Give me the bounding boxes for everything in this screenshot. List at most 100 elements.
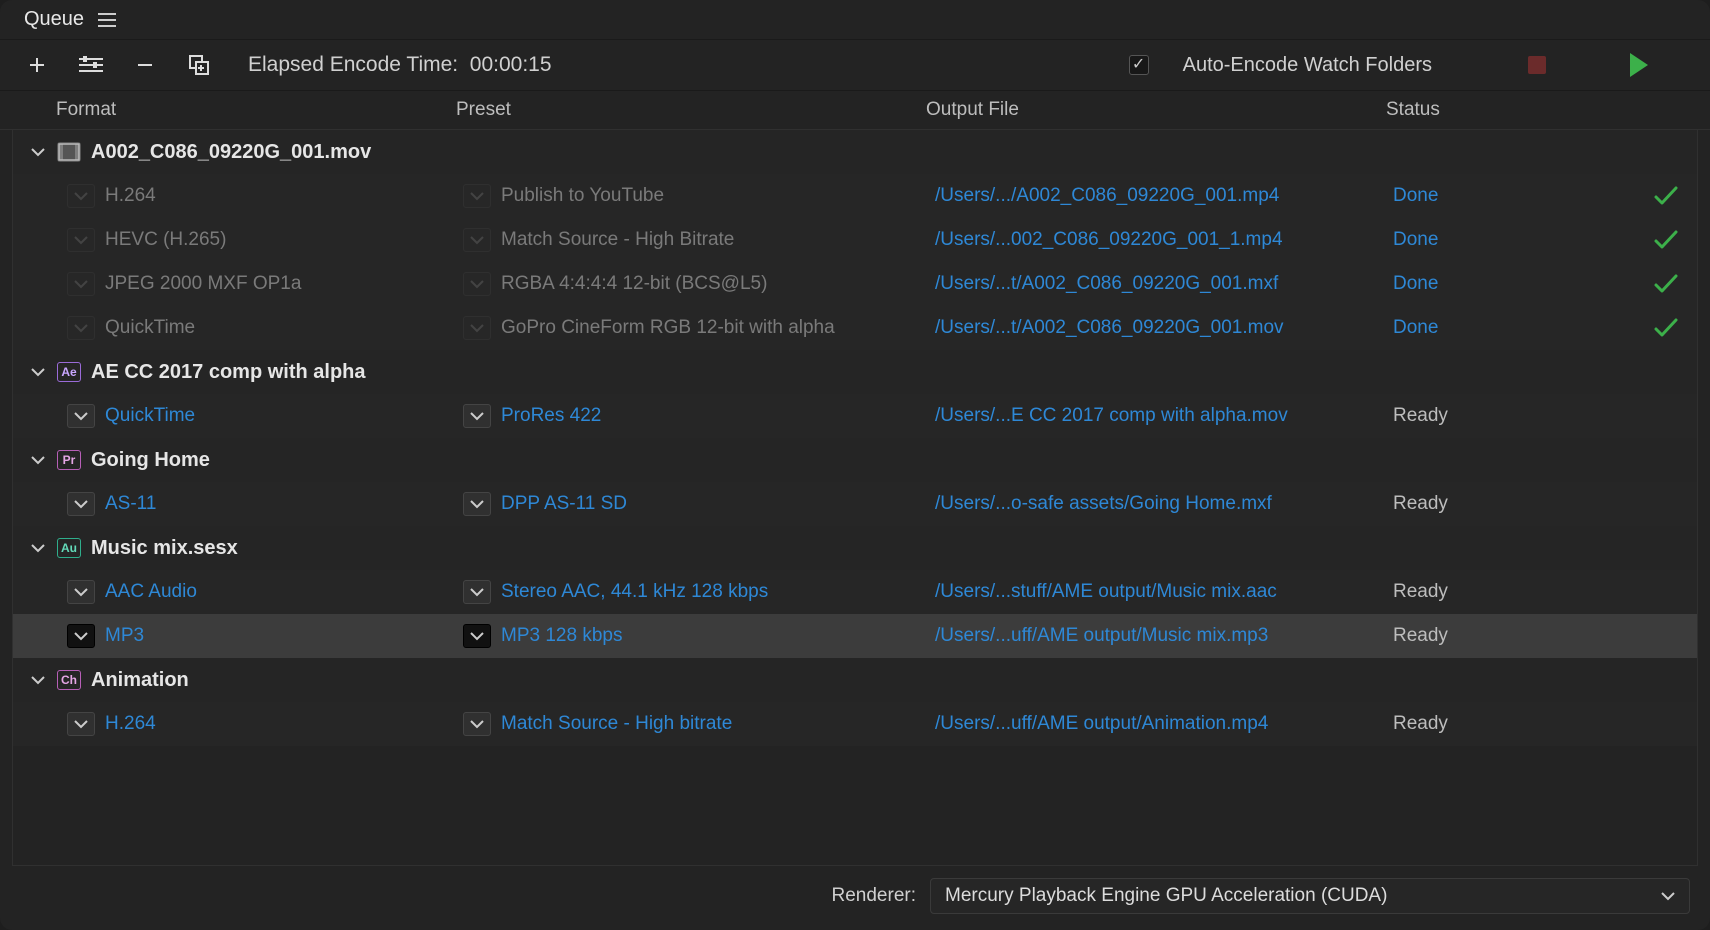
output-file-link[interactable]: /Users/...E CC 2017 comp with alpha.mov <box>935 405 1288 427</box>
column-headers: Format Preset Output File Status <box>0 91 1710 130</box>
auto-encode-label: Auto-Encode Watch Folders <box>1183 54 1432 77</box>
chevron-down-icon <box>1661 891 1675 901</box>
preset-value: Publish to YouTube <box>501 185 664 207</box>
expand-toggle-icon[interactable] <box>31 455 47 465</box>
format-dropdown[interactable] <box>67 404 95 428</box>
preset-link[interactable]: Match Source - High bitrate <box>501 713 732 735</box>
duplicate-button[interactable] <box>186 52 212 78</box>
status-text: Ready <box>1393 581 1448 603</box>
source-group-row[interactable]: ChAnimation <box>13 658 1697 702</box>
output-file-link[interactable]: /Users/...o-safe assets/Going Home.mxf <box>935 493 1272 515</box>
start-queue-button[interactable] <box>1630 53 1648 77</box>
preset-dropdown[interactable] <box>463 404 491 428</box>
source-group-row[interactable]: PrGoing Home <box>13 438 1697 482</box>
preset-dropdown[interactable] <box>463 580 491 604</box>
col-header-format[interactable]: Format <box>56 99 456 121</box>
output-file-link[interactable]: /Users/...uff/AME output/Animation.mp4 <box>935 713 1268 735</box>
preset-value: RGBA 4:4:4:4 12-bit (BCS@L5) <box>501 273 767 295</box>
expand-toggle-icon[interactable] <box>31 147 47 157</box>
expand-toggle-icon[interactable] <box>31 675 47 685</box>
format-dropdown[interactable] <box>67 492 95 516</box>
encode-job-row[interactable]: QuickTimeGoPro CineForm RGB 12-bit with … <box>13 306 1697 350</box>
output-file-link[interactable]: /Users/...002_C086_09220G_001_1.mp4 <box>935 229 1283 251</box>
source-title: Music mix.sesx <box>91 537 238 560</box>
col-header-preset[interactable]: Preset <box>456 99 926 121</box>
remove-button[interactable] <box>132 52 158 78</box>
footer: Renderer: Mercury Playback Engine GPU Ac… <box>0 866 1710 930</box>
panel-menu-icon[interactable] <box>98 13 116 27</box>
output-file-link[interactable]: /Users/...t/A002_C086_09220G_001.mov <box>935 317 1284 339</box>
done-check-icon <box>1653 273 1679 295</box>
source-group-row[interactable]: AeAE CC 2017 comp with alpha <box>13 350 1697 394</box>
expand-toggle-icon[interactable] <box>31 543 47 553</box>
format-link[interactable]: MP3 <box>105 625 144 647</box>
col-header-status[interactable]: Status <box>1386 99 1710 121</box>
elapsed-encode-label: Elapsed Encode Time: 00:00:15 <box>248 53 552 77</box>
add-source-button[interactable] <box>24 52 50 78</box>
elapsed-label-text: Elapsed Encode Time: <box>248 53 458 76</box>
auto-encode-checkbox[interactable] <box>1129 55 1149 75</box>
encode-job-row[interactable]: MP3 MP3 128 kbps/Users/...uff/AME output/… <box>13 614 1697 658</box>
preset-dropdown[interactable] <box>463 492 491 516</box>
preset-link[interactable]: MP3 128 kbps <box>501 625 622 647</box>
encode-job-row[interactable]: AAC Audio Stereo AAC, 44.1 kHz 128 kbps/U… <box>13 570 1697 614</box>
done-check-icon <box>1653 229 1679 251</box>
format-dropdown[interactable] <box>67 228 95 252</box>
format-link[interactable]: QuickTime <box>105 405 195 427</box>
preset-dropdown[interactable] <box>463 184 491 208</box>
encode-job-row[interactable]: H.264 Publish to YouTube/Users/.../A002_C… <box>13 174 1697 218</box>
stop-queue-button[interactable] <box>1528 56 1546 74</box>
preset-dropdown[interactable] <box>463 228 491 252</box>
status-text: Done <box>1393 317 1438 339</box>
elapsed-value: 00:00:15 <box>470 53 552 76</box>
format-dropdown[interactable] <box>67 712 95 736</box>
preset-dropdown[interactable] <box>463 712 491 736</box>
renderer-dropdown[interactable]: Mercury Playback Engine GPU Acceleration… <box>930 878 1690 914</box>
source-group-row[interactable]: Au Music mix.sesx <box>13 526 1697 570</box>
status-text: Ready <box>1393 713 1448 735</box>
source-app-badge: Ae <box>57 362 81 382</box>
done-check-icon <box>1653 317 1679 339</box>
preset-value: GoPro CineForm RGB 12-bit with alpha <box>501 317 835 339</box>
preset-dropdown[interactable] <box>463 624 491 648</box>
source-group-row[interactable]: A002_C086_09220G_001.mov <box>13 130 1697 174</box>
format-dropdown[interactable] <box>67 184 95 208</box>
output-file-link[interactable]: /Users/.../A002_C086_09220G_001.mp4 <box>935 185 1279 207</box>
format-link[interactable]: AAC Audio <box>105 581 197 603</box>
format-dropdown[interactable] <box>67 624 95 648</box>
format-link[interactable]: AS-11 <box>105 493 156 515</box>
format-value: H.264 <box>105 185 156 207</box>
settings-sliders-button[interactable]: + <box>78 52 104 78</box>
svg-text:+: + <box>101 67 103 75</box>
toolbar: + Elapsed Encode Time: 00:00:15 Auto-Enc… <box>0 40 1710 91</box>
status-text: Ready <box>1393 493 1448 515</box>
encode-job-row[interactable]: HEVC (H.265)Match Source - High Bitrate/… <box>13 218 1697 262</box>
source-app-badge: Ch <box>57 670 81 690</box>
preset-link[interactable]: DPP AS-11 SD <box>501 493 627 515</box>
output-file-link[interactable]: /Users/...stuff/AME output/Music mix.aac <box>935 581 1277 603</box>
renderer-label: Renderer: <box>832 885 917 907</box>
preset-link[interactable]: Stereo AAC, 44.1 kHz 128 kbps <box>501 581 768 603</box>
status-text: Done <box>1393 273 1438 295</box>
source-app-badge: Au <box>57 538 81 558</box>
encode-job-row[interactable]: JPEG 2000 MXF OP1a RGBA 4:4:4:4 12-bit (B… <box>13 262 1697 306</box>
col-header-output[interactable]: Output File <box>926 99 1386 121</box>
encode-job-row[interactable]: H.264 Match Source - High bitrate/Users/.… <box>13 702 1697 746</box>
format-value: JPEG 2000 MXF OP1a <box>105 273 301 295</box>
status-text: Ready <box>1393 625 1448 647</box>
expand-toggle-icon[interactable] <box>31 367 47 377</box>
source-title: A002_C086_09220G_001.mov <box>91 141 371 164</box>
source-app-badge: Pr <box>57 450 81 470</box>
preset-dropdown[interactable] <box>463 316 491 340</box>
output-file-link[interactable]: /Users/...uff/AME output/Music mix.mp3 <box>935 625 1268 647</box>
preset-link[interactable]: ProRes 422 <box>501 405 601 427</box>
preset-dropdown[interactable] <box>463 272 491 296</box>
queue-list[interactable]: A002_C086_09220G_001.mov H.264 Publish to … <box>12 130 1698 866</box>
format-dropdown[interactable] <box>67 316 95 340</box>
encode-job-row[interactable]: AS-11 DPP AS-11 SD/Users/...o-safe assets… <box>13 482 1697 526</box>
format-dropdown[interactable] <box>67 272 95 296</box>
encode-job-row[interactable]: QuickTime ProRes 422/Users/...E CC 2017 c… <box>13 394 1697 438</box>
format-dropdown[interactable] <box>67 580 95 604</box>
output-file-link[interactable]: /Users/...t/A002_C086_09220G_001.mxf <box>935 273 1278 295</box>
format-link[interactable]: H.264 <box>105 713 156 735</box>
